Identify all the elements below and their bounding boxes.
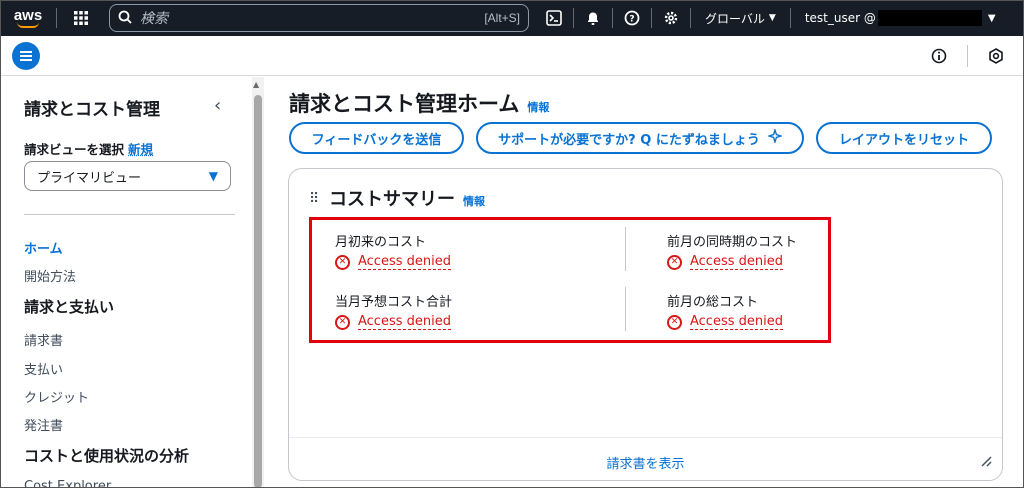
send-feedback-button[interactable]: フィードバックを送信 bbox=[289, 122, 464, 154]
access-denied-status: ✕ Access denied bbox=[667, 314, 783, 330]
error-icon: ✕ bbox=[667, 254, 682, 270]
chevron-down-icon: ▼ bbox=[768, 13, 776, 23]
top-navigation: aws 検索 [Alt+S] ? グローバル ▼ test_user @ ▼ bbox=[0, 0, 1024, 36]
sidebar-item-purchase-orders[interactable]: 発注書 bbox=[24, 415, 63, 434]
cloudshell-icon[interactable] bbox=[535, 0, 573, 36]
sparkle-icon bbox=[766, 127, 784, 147]
cost-summary-info-link[interactable]: 情報 bbox=[463, 193, 485, 209]
access-denied-status: ✕ Access denied bbox=[335, 314, 452, 330]
hamburger-menu-icon[interactable] bbox=[12, 41, 40, 70]
aws-logo[interactable]: aws bbox=[0, 0, 56, 36]
gear-icon[interactable] bbox=[652, 0, 690, 36]
metric-forecast-total: 当月予想コスト合計 ✕ Access denied bbox=[335, 291, 452, 330]
region-label: グローバル bbox=[705, 11, 765, 26]
sidebar-item-credits[interactable]: クレジット bbox=[24, 387, 89, 406]
page-title: 請求とコスト管理ホーム 情報 bbox=[289, 88, 549, 118]
sidebar-section-cost-analysis: コストと使用状況の分析 bbox=[24, 447, 190, 465]
billing-view-label-text: 請求ビューを選択 bbox=[24, 142, 125, 157]
info-panel-icon[interactable] bbox=[925, 42, 953, 70]
reset-layout-label: レイアウトをリセット bbox=[838, 132, 969, 148]
services-grid-icon[interactable] bbox=[57, 0, 105, 36]
ask-q-button[interactable]: サポートが必要ですか? Q にたずねましょう bbox=[476, 122, 804, 154]
bell-icon[interactable] bbox=[574, 0, 612, 36]
chevron-down-icon: ▼ bbox=[987, 12, 996, 24]
sidebar-item-payments[interactable]: 支払い bbox=[24, 359, 63, 378]
page-info-link[interactable]: 情報 bbox=[527, 99, 549, 115]
account-menu[interactable]: test_user @ ▼ bbox=[791, 0, 1006, 36]
access-denied-text[interactable]: Access denied bbox=[690, 254, 783, 270]
cost-summary-title-text: コストサマリー bbox=[329, 189, 455, 210]
sidebar-item-bills[interactable]: 請求書 bbox=[24, 330, 63, 349]
sidebar-scroll-thumb[interactable] bbox=[254, 95, 262, 488]
send-feedback-label: フィードバックを送信 bbox=[311, 132, 442, 148]
access-denied-text[interactable]: Access denied bbox=[690, 314, 783, 330]
access-denied-status: ✕ Access denied bbox=[335, 254, 451, 270]
error-icon: ✕ bbox=[335, 254, 350, 270]
aws-logo-text: aws bbox=[13, 6, 43, 24]
account-redaction bbox=[877, 10, 982, 26]
billing-view-select[interactable]: プライマリビュー ▼ bbox=[24, 161, 231, 191]
q-assistant-icon[interactable] bbox=[982, 42, 1010, 70]
drag-handle-icon[interactable]: ⠿ bbox=[309, 191, 319, 207]
resize-handle-icon[interactable] bbox=[980, 455, 992, 470]
svg-text:?: ? bbox=[629, 15, 634, 25]
metric-label: 前月の同時期のコスト bbox=[667, 235, 798, 250]
side-navigation: 請求とコスト管理 ‹ 請求ビューを選択 新規 プライマリビュー ▼ ホーム 開始方… bbox=[0, 77, 252, 488]
page-title-text: 請求とコスト管理ホーム bbox=[289, 92, 520, 116]
cost-summary-widget: ⠿ コストサマリー 情報 月初来のコスト ✕ Access denied 前月の… bbox=[288, 168, 1003, 481]
cost-summary-title: コストサマリー 情報 bbox=[329, 185, 485, 211]
metric-divider bbox=[625, 287, 626, 331]
sidebar-title: 請求とコスト管理 bbox=[24, 100, 160, 120]
metric-label: 月初来のコスト bbox=[335, 235, 427, 250]
access-denied-text[interactable]: Access denied bbox=[358, 254, 451, 270]
error-icon: ✕ bbox=[335, 314, 350, 330]
search-shortcut: [Alt+S] bbox=[484, 11, 520, 25]
metric-label: 当月予想コスト合計 bbox=[335, 295, 453, 310]
search-icon bbox=[118, 9, 132, 28]
aws-smile-icon bbox=[17, 22, 39, 28]
scroll-up-icon[interactable]: ▲ bbox=[253, 80, 259, 89]
access-denied-text[interactable]: Access denied bbox=[358, 314, 451, 330]
metric-last-month-total: 前月の総コスト ✕ Access denied bbox=[667, 291, 783, 330]
sidebar-section-billing: 請求と支払い bbox=[24, 298, 115, 316]
sub-toolbar bbox=[0, 36, 1024, 76]
metric-month-to-date: 月初来のコスト ✕ Access denied bbox=[335, 231, 451, 270]
billing-view-new-link[interactable]: 新規 bbox=[128, 142, 153, 157]
card-footer-divider bbox=[289, 437, 1002, 438]
help-icon[interactable]: ? bbox=[613, 0, 651, 36]
billing-view-label: 請求ビューを選択 新規 bbox=[24, 139, 153, 158]
caret-down-icon: ▼ bbox=[208, 169, 218, 183]
collapse-sidebar-icon[interactable]: ‹ bbox=[214, 95, 221, 116]
sidebar-item-cost-explorer[interactable]: Cost Explorer bbox=[24, 479, 111, 488]
utility-divider bbox=[967, 45, 968, 67]
region-selector[interactable]: グローバル ▼ bbox=[691, 0, 790, 36]
sidebar-item-getting-started[interactable]: 開始方法 bbox=[24, 266, 76, 285]
error-icon: ✕ bbox=[667, 314, 682, 330]
metric-label: 前月の総コスト bbox=[667, 295, 759, 310]
reset-layout-button[interactable]: レイアウトをリセット bbox=[816, 122, 992, 154]
sidebar-item-home[interactable]: ホーム bbox=[24, 238, 63, 257]
account-label: test_user @ bbox=[804, 11, 876, 25]
ask-q-label: サポートが必要ですか? Q にたずねましょう bbox=[498, 132, 760, 148]
metric-divider bbox=[625, 227, 626, 271]
access-denied-status: ✕ Access denied bbox=[667, 254, 797, 270]
view-bills-link[interactable]: 請求書を表示 bbox=[289, 453, 1002, 472]
search-bar[interactable]: 検索 [Alt+S] bbox=[109, 4, 529, 32]
sidebar-divider bbox=[24, 214, 235, 215]
utility-buttons bbox=[925, 42, 1010, 70]
billing-view-selected: プライマリビュー bbox=[37, 170, 142, 186]
search-input[interactable]: 検索 bbox=[140, 8, 484, 28]
metric-last-month-same-period: 前月の同時期のコスト ✕ Access denied bbox=[667, 231, 797, 270]
